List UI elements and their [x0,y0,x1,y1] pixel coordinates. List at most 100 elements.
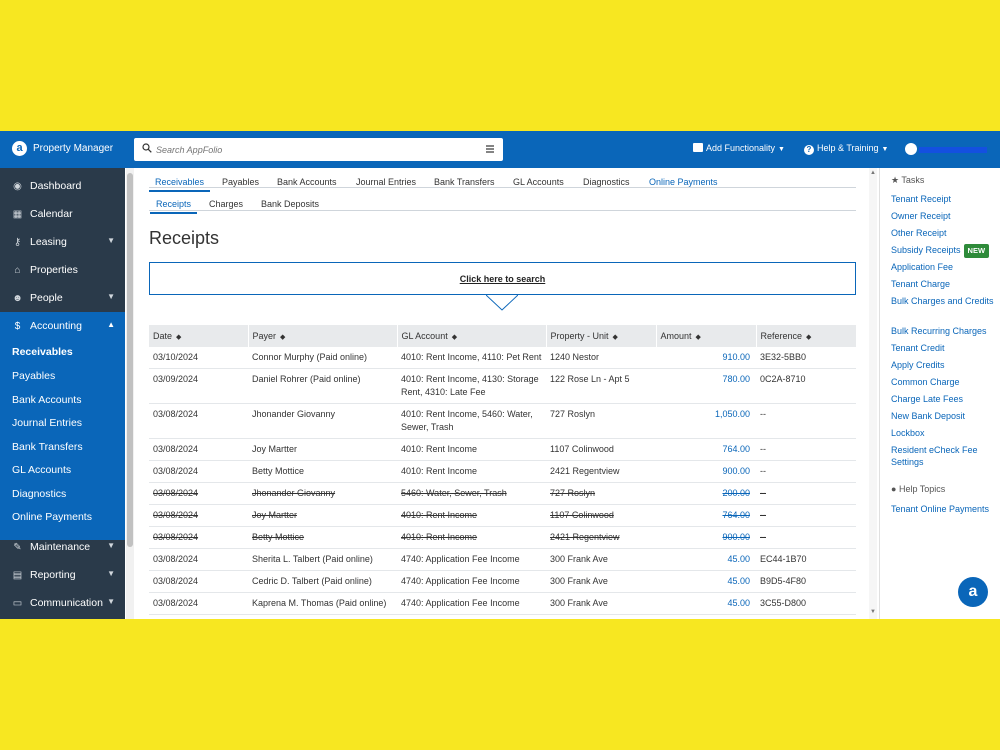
global-search[interactable] [134,138,503,161]
tab-bank-transfers[interactable]: Bank Transfers [434,177,495,187]
column-header[interactable]: GL Account ◆ [397,325,547,347]
appfolio-logo-icon[interactable]: a [12,141,27,156]
task-link[interactable]: Common Charge [891,376,996,388]
tab-diagnostics[interactable]: Diagnostics [583,177,630,187]
column-header[interactable]: Date ◆ [149,325,249,347]
table-row[interactable]: 03/08/2024 Sherita L. Talbert (Paid onlin… [149,548,856,571]
task-link-label: New Bank Deposit [891,411,966,421]
table-cell[interactable]: 45.00 [656,592,756,615]
sidebar-item-leasing[interactable]: ⚷ Leasing ▼ [0,228,125,256]
column-header[interactable]: Amount ◆ [656,325,757,347]
help-link-tenant-online-payments[interactable]: Tenant Online Payments [891,503,996,515]
subtab-bank-deposits[interactable]: Bank Deposits [261,199,319,209]
task-link[interactable]: Resident eCheck Fee Settings [891,444,996,468]
user-avatar-icon[interactable] [905,143,917,155]
sort-icon[interactable]: ◆ [613,334,618,341]
task-link[interactable]: Lockbox [891,427,996,439]
table-cell[interactable]: 764.00 [656,504,756,527]
table-cell[interactable]: 900.00 [656,526,756,549]
table-cell[interactable]: 200.00 [656,482,756,505]
search-panel[interactable]: Click here to search [149,262,856,295]
sidebar-sub-bank-accounts[interactable]: Bank Accounts [12,394,81,406]
filter-icon[interactable] [485,144,495,154]
sidebar-sub-receivables[interactable]: Receivables [12,346,73,358]
table-row[interactable]: 03/10/2024 Connor Murphy (Paid online) 401… [149,347,856,369]
task-link-label: Application Fee [891,262,954,272]
main-scrollbar[interactable] [126,168,134,619]
tab-payables[interactable]: Payables [222,177,259,187]
table-row[interactable]: 03/08/2024 Kaprena M. Thomas (Paid online… [149,592,856,615]
sidebar-item-maintenance[interactable]: ✎ Maintenance ▼ [0,533,125,561]
task-link[interactable]: New Bank Deposit [891,410,996,422]
table-cell[interactable]: 45.00 [656,548,756,571]
table-cell[interactable]: 764.00 [656,438,756,461]
table-cell[interactable]: 910.00 [656,347,756,369]
tab-gl-accounts[interactable]: GL Accounts [513,177,564,187]
subtab-charges[interactable]: Charges [209,199,243,209]
sidebar-sub-diagnostics[interactable]: Diagnostics [12,488,66,500]
task-link[interactable]: Application Fee [891,261,996,273]
column-header[interactable]: Reference ◆ [756,325,857,347]
sidebar-item-calendar[interactable]: ▦ Calendar [0,200,125,228]
sidebar-item-accounting[interactable]: $ Accounting ▲ [0,312,125,340]
scroll-down-icon[interactable]: ▼ [870,609,876,615]
task-link[interactable]: Charge Late Fees [891,393,996,405]
sidebar-sub-journal-entries[interactable]: Journal Entries [12,417,82,429]
tab-bank-accounts[interactable]: Bank Accounts [277,177,337,187]
task-link[interactable]: Owner Receipt [891,210,996,222]
sidebar-sub-gl-accounts[interactable]: GL Accounts [12,464,71,476]
table-row[interactable]: 03/08/2024 Jhonander Giovanny 5460: Water,… [149,482,856,505]
task-link[interactable]: Tenant Credit [891,342,996,354]
sidebar-item-reporting[interactable]: ▤ Reporting ▼ [0,561,125,589]
sort-icon[interactable]: ◆ [280,334,285,341]
search-link[interactable]: Click here to search [150,274,855,284]
help-training-menu[interactable]: ? Help & Training ▼ [804,143,888,155]
sidebar-sub-online-payments[interactable]: Online Payments [12,511,92,523]
sidebar-item-people[interactable]: ☻ People ▼ [0,284,125,312]
task-link[interactable]: Tenant Receipt [891,193,996,205]
table-cell: Cedric D. Talbert (Paid online) [248,570,397,593]
sidebar-item-communication[interactable]: ▭ Communication ▼ [0,589,125,617]
table-cell[interactable]: 1,050.00 [656,403,756,439]
table-row[interactable]: 03/08/2024 Joy Martter 4010: Rent Income 11… [149,438,856,461]
sidebar-sub-payables[interactable]: Payables [12,370,55,382]
sort-icon[interactable]: ◆ [696,334,701,341]
sort-icon[interactable]: ◆ [806,334,811,341]
add-functionality-menu[interactable]: Add Functionality ▼ [693,143,785,153]
column-header[interactable]: Property - Unit ◆ [546,325,657,347]
search-icon [142,143,152,153]
table-cell[interactable]: 900.00 [656,460,756,483]
table-row[interactable]: 03/08/2024 Cedric D. Talbert (Paid online… [149,570,856,593]
table-row[interactable]: 03/08/2024 Jhonander Giovanny 4010: Rent I… [149,403,856,439]
subtab-receipts[interactable]: Receipts [150,199,198,214]
sidebar-sub-bank-transfers[interactable]: Bank Transfers [12,441,83,453]
task-link[interactable]: Bulk Recurring Charges [891,325,996,337]
table-row[interactable]: 03/09/2024 Daniel Rohrer (Paid online) 401… [149,368,856,404]
table-row[interactable]: 03/08/2024 Betty Mottice 4010: Rent Income… [149,460,856,483]
task-link[interactable]: Bulk Charges and Credits [891,295,996,307]
task-link[interactable]: Subsidy Receipts NEW [891,244,996,258]
table-cell: Connor Murphy (Paid online) [248,347,397,369]
column-header[interactable]: Payer ◆ [248,325,398,347]
task-link[interactable]: Apply Credits [891,359,996,371]
task-link[interactable]: Other Receipt [891,227,996,239]
table-cell[interactable]: 45.00 [656,570,756,593]
right-scrollbar[interactable]: ▲ ▼ [869,168,877,619]
sort-icon[interactable]: ◆ [176,334,181,341]
scrollbar-thumb[interactable] [127,173,133,547]
task-link[interactable]: Tenant Charge [891,278,996,290]
sidebar-item-dashboard[interactable]: ◉ Dashboard [0,172,125,200]
tab-online-payments[interactable]: Online Payments [649,177,718,187]
table-row[interactable]: 03/08/2024 Betty Mottice 4010: Rent Income… [149,526,856,549]
table-cell[interactable]: 780.00 [656,368,756,404]
tab-journal-entries[interactable]: Journal Entries [356,177,416,187]
user-name-redacted[interactable] [919,147,987,153]
wrench-icon: ✎ [13,542,22,553]
search-input[interactable] [156,142,456,157]
sort-icon[interactable]: ◆ [452,334,457,341]
chat-assistant-button[interactable]: a [958,577,988,607]
scroll-up-icon[interactable]: ▲ [870,170,876,176]
sidebar-item-properties[interactable]: ⌂ Properties [0,256,125,284]
table-row[interactable]: 03/08/2024 Joy Martter 4010: Rent Income 11… [149,504,856,527]
tasks-heading: ★ Tasks [891,175,924,186]
